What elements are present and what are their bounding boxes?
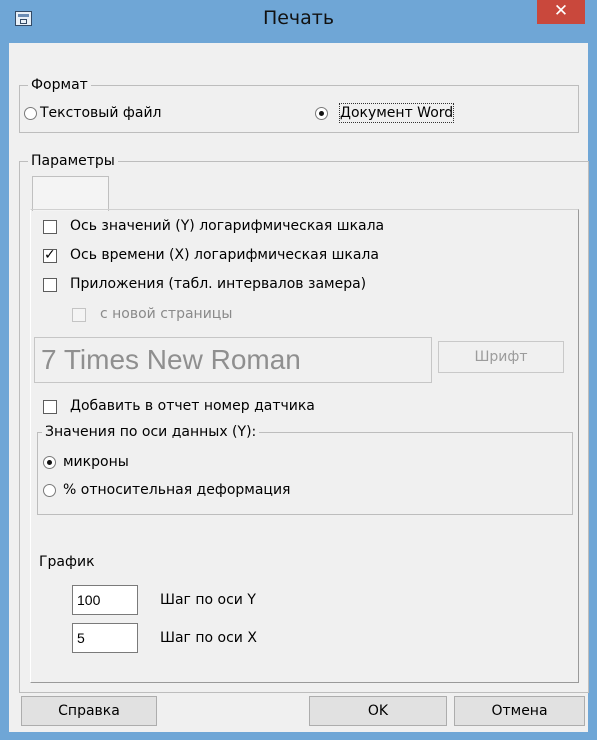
format-text-file-label[interactable]: Текстовый файл <box>40 104 162 122</box>
relative-strain-radio[interactable] <box>43 484 56 497</box>
microns-label[interactable]: микроны <box>63 453 129 471</box>
ok-button[interactable]: OK <box>309 696 447 726</box>
graph-label: График <box>39 554 95 570</box>
title-bar[interactable]: Печать ✕ <box>0 0 597 36</box>
font-preview-text: 7 Times New Roman <box>41 344 301 375</box>
help-button[interactable]: Справка <box>21 696 157 726</box>
new-page-label: с новой страницы <box>100 306 233 322</box>
new-page-checkbox[interactable] <box>72 308 86 322</box>
y-step-input[interactable] <box>72 585 138 615</box>
format-group-legend: Формат <box>28 76 91 94</box>
format-text-file-radio[interactable] <box>24 107 37 120</box>
cancel-button[interactable]: Отмена <box>454 696 585 726</box>
x-step-label: Шаг по оси X <box>160 630 257 646</box>
close-button[interactable]: ✕ <box>537 0 585 24</box>
font-preview: 7 Times New Roman <box>34 337 432 383</box>
print-dialog-window: Печать ✕ Формат Текстовый файл Документ … <box>0 0 597 740</box>
log-x-axis-checkbox[interactable] <box>43 247 57 263</box>
log-x-axis-label[interactable]: Ось времени (X) логарифмическая шкала <box>70 246 379 264</box>
window-title: Печать <box>262 7 335 29</box>
y-step-label: Шаг по оси Y <box>160 592 256 608</box>
y-units-group-legend: Значения по оси данных (Y): <box>42 423 260 441</box>
log-y-axis-checkbox[interactable] <box>43 220 57 234</box>
appendices-label[interactable]: Приложения (табл. интервалов замера) <box>70 275 366 293</box>
y-units-group: Значения по оси данных (Y): <box>37 423 573 515</box>
font-button[interactable]: Шрифт <box>438 341 564 373</box>
parameters-group-legend: Параметры <box>28 152 118 170</box>
log-y-axis-label[interactable]: Ось значений (Y) логарифмическая шкала <box>70 217 384 235</box>
appendices-checkbox[interactable] <box>43 278 57 292</box>
tab-empty[interactable] <box>32 176 109 211</box>
format-word-label[interactable]: Документ Word <box>338 103 455 123</box>
format-word-radio[interactable] <box>315 107 328 120</box>
sensor-number-label[interactable]: Добавить в отчет номер датчика <box>70 397 315 415</box>
dialog-client-area: Формат Текстовый файл Документ Word Пара… <box>9 43 589 732</box>
microns-radio[interactable] <box>43 456 56 469</box>
x-step-input[interactable] <box>72 623 138 653</box>
close-icon: ✕ <box>553 1 569 21</box>
relative-strain-label[interactable]: % относительная деформация <box>63 481 290 499</box>
sensor-number-checkbox[interactable] <box>43 400 57 414</box>
